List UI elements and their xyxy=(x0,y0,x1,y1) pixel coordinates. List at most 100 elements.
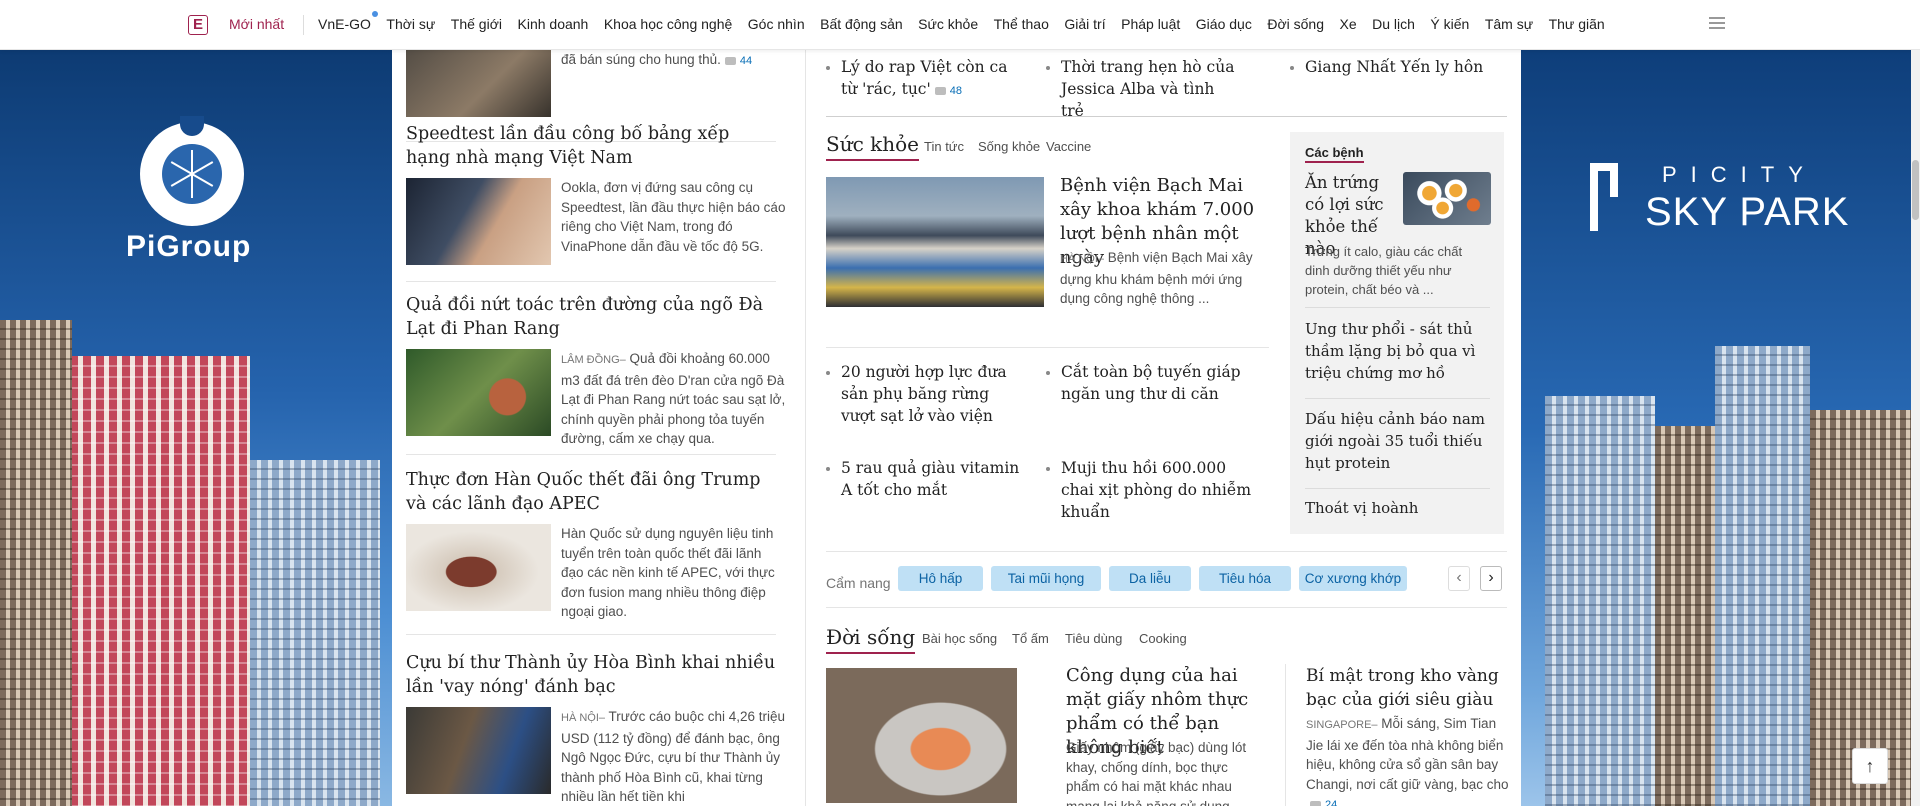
article-card[interactable]: Speedtest lần đầu công bố bảng xếp hạng … xyxy=(406,122,786,265)
subtab-song-khoe[interactable]: Sống khỏe xyxy=(978,139,1040,154)
life-side-title[interactable]: Bí mật trong kho vàng bạc của giới siêu … xyxy=(1306,664,1511,712)
sidebar-article[interactable]: Ung thư phổi - sát thủ thầm lặng bị bỏ q… xyxy=(1305,318,1490,384)
subtab-tin-tuc[interactable]: Tin tức xyxy=(924,139,964,154)
bullet-article[interactable]: Lý do rap Việt còn ca từ 'rác, tục' 48 xyxy=(826,56,1016,102)
health-bullet[interactable]: 20 người hợp lực đưa sản phụ băng rừng v… xyxy=(826,361,1026,427)
ad-building-image xyxy=(1715,346,1810,806)
article-thumbnail[interactable] xyxy=(406,349,551,436)
nav-item-goc-nhin[interactable]: Góc nhìn xyxy=(748,16,805,32)
ad-building-image xyxy=(1810,410,1920,806)
article-card[interactable]: sở thu mua nông sản, bắt thêm 3 kẻ đã bá… xyxy=(406,50,786,117)
article-title[interactable]: Cựu bí thư Thành ủy Hòa Bình khai nhiều … xyxy=(406,651,776,699)
vnexpress-logo-icon[interactable]: E xyxy=(188,15,208,35)
ad-building-image xyxy=(0,320,72,806)
nav-item-vnego[interactable]: VnE-GO xyxy=(318,11,378,32)
ad-building-image xyxy=(1545,396,1655,806)
article-location: HÀ NỘI– xyxy=(561,712,606,724)
subtab-to-am[interactable]: Tổ ấm xyxy=(1012,631,1049,646)
health-main-image[interactable] xyxy=(826,177,1044,307)
article-card[interactable]: Thực đơn Hàn Quốc thết đãi ông Trump và … xyxy=(406,468,786,622)
nav-item-thu-gian[interactable]: Thư giãn xyxy=(1549,16,1605,32)
bullet-title[interactable]: Thời trang hẹn hò của Jessica Alba và tì… xyxy=(1061,58,1234,120)
section-title-suc-khoe[interactable]: Sức khỏe xyxy=(826,132,920,161)
nav-item-kinh-doanh[interactable]: Kinh doanh xyxy=(518,16,589,32)
article-location: HÀ NỘI– xyxy=(1060,253,1105,265)
column-divider xyxy=(805,50,806,806)
ad-building-image xyxy=(250,460,380,806)
article-thumbnail[interactable] xyxy=(406,178,551,265)
nav-item-giao-duc[interactable]: Giáo dục xyxy=(1196,16,1252,32)
chip-tieu-hoa[interactable]: Tiêu hóa xyxy=(1199,566,1291,591)
article-card[interactable]: Quả đồi nứt toác trên đường của ngõ Đà L… xyxy=(406,293,786,449)
cam-nang-label: Cẩm nang xyxy=(826,575,891,591)
sidebar-image[interactable] xyxy=(1403,172,1491,225)
back-to-top-button[interactable]: ↑ xyxy=(1852,748,1888,784)
article-thumbnail[interactable] xyxy=(406,50,551,117)
left-banner-ad[interactable]: PiGroup xyxy=(0,50,392,806)
bullet-article[interactable]: Thời trang hẹn hò của Jessica Alba và tì… xyxy=(1046,56,1236,122)
health-bullet[interactable]: Cắt toàn bộ tuyến giáp ngăn ung thư di c… xyxy=(1046,361,1256,405)
chip-prev-arrow-icon[interactable]: ‹ xyxy=(1448,566,1470,591)
bullet-title[interactable]: Lý do rap Việt còn ca từ 'rác, tục' xyxy=(841,58,1007,98)
chip-co-xuong-khop[interactable]: Cơ xương khớp xyxy=(1299,566,1407,591)
section-title-doi-song[interactable]: Đời sống xyxy=(826,625,916,654)
chip-tai-mui-hong[interactable]: Tai mũi họng xyxy=(991,566,1101,591)
article-title[interactable]: Thực đơn Hàn Quốc thết đãi ông Trump và … xyxy=(406,468,776,516)
comment-count[interactable]: 24 xyxy=(1310,796,1337,806)
comment-count[interactable]: 48 xyxy=(935,80,962,102)
article-thumbnail[interactable] xyxy=(406,524,551,611)
nav-item-du-lich[interactable]: Du lịch xyxy=(1372,16,1415,32)
sidebar-category-link[interactable]: Các bệnh xyxy=(1305,145,1364,163)
sidebar-article[interactable]: Thoát vị hoành xyxy=(1305,497,1490,519)
article-desc: Ookla, đơn vị đứng sau công cụ Speedtest… xyxy=(561,180,786,254)
ad-brand-text: PiGroup xyxy=(126,230,252,263)
nav-item-the-thao[interactable]: Thể thao xyxy=(994,16,1049,32)
chip-next-arrow-icon[interactable]: › xyxy=(1480,566,1502,591)
life-main-image[interactable] xyxy=(826,668,1017,803)
article-title[interactable]: Quả đồi nứt toác trên đường của ngõ Đà L… xyxy=(406,293,776,341)
article-title[interactable]: Speedtest lần đầu công bố bảng xếp hạng … xyxy=(406,122,776,170)
skypark-logo-icon xyxy=(1590,163,1650,231)
subtab-bai-hoc-song[interactable]: Bài học sống xyxy=(922,631,997,646)
nav-item-tam-su[interactable]: Tâm sự xyxy=(1485,16,1533,32)
comment-count[interactable]: 44 xyxy=(725,52,752,72)
sidebar-article[interactable]: Dấu hiệu cảnh báo nam giới ngoài 35 tuổi… xyxy=(1305,408,1490,474)
subtab-tieu-dung[interactable]: Tiêu dùng xyxy=(1065,631,1122,646)
sidebar-desc: Trứng ít calo, giàu các chất dinh dưỡng … xyxy=(1305,244,1463,297)
subtab-vaccine[interactable]: Vaccine xyxy=(1046,139,1091,154)
ad-skypark-text: SKY PARK xyxy=(1645,190,1850,234)
ad-building-image xyxy=(1655,426,1715,806)
nav-item-doi-song[interactable]: Đời sống xyxy=(1267,16,1324,32)
nav-item-xe[interactable]: Xe xyxy=(1339,16,1356,32)
life-main-desc: Giấy nhôm (giấy bạc) dùng lót khay, chốn… xyxy=(1066,740,1247,806)
nav-item-bat-dong-san[interactable]: Bất động sản xyxy=(820,16,903,32)
article-thumbnail[interactable] xyxy=(406,707,551,794)
health-sidebar: Các bệnh Ăn trứng có lợi sức khỏe thế nà… xyxy=(1290,132,1504,534)
nav-item-phap-luat[interactable]: Pháp luật xyxy=(1121,16,1180,32)
subtab-cooking[interactable]: Cooking xyxy=(1139,631,1187,646)
bullet-title[interactable]: Giang Nhất Yến ly hôn xyxy=(1305,58,1483,76)
pigroup-logo-icon xyxy=(140,116,244,226)
bullet-article[interactable]: Giang Nhất Yến ly hôn xyxy=(1290,56,1490,78)
ad-picity-text: PICITY xyxy=(1662,162,1817,187)
nav-newest-link[interactable]: Mới nhất xyxy=(229,16,284,32)
new-dot-icon xyxy=(371,11,378,17)
chip-da-lieu[interactable]: Da liễu xyxy=(1109,566,1191,591)
nav-item-khoa-hoc-cong-nghe[interactable]: Khoa học công nghệ xyxy=(604,16,732,32)
hamburger-menu-icon[interactable] xyxy=(1709,17,1725,29)
health-bullet[interactable]: Muji thu hồi 600.000 chai xịt phòng do n… xyxy=(1046,457,1256,523)
chip-ho-hap[interactable]: Hô hấp xyxy=(898,566,983,591)
nav-item-suc-khoe[interactable]: Sức khỏe xyxy=(918,16,978,32)
nav-separator xyxy=(303,15,304,35)
nav-item-the-gioi[interactable]: Thế giới xyxy=(451,16,502,32)
scrollbar-thumb[interactable] xyxy=(1912,160,1919,220)
top-navigation: E Mới nhất VnE-GO Thời sự Thế giới Kinh … xyxy=(0,0,1920,50)
nav-item-y-kien[interactable]: Ý kiến xyxy=(1430,16,1469,32)
ad-building-image xyxy=(70,356,250,806)
nav-item-thoi-su[interactable]: Thời sự xyxy=(386,16,435,32)
nav-item-giai-tri[interactable]: Giải trí xyxy=(1064,16,1105,32)
health-bullet[interactable]: 5 rau quả giàu vitamin A tốt cho mắt xyxy=(826,457,1026,501)
page-scrollbar[interactable] xyxy=(1911,50,1920,806)
nav-category-list: VnE-GO Thời sự Thế giới Kinh doanh Khoa … xyxy=(318,11,1620,32)
article-card[interactable]: Cựu bí thư Thành ủy Hòa Bình khai nhiều … xyxy=(406,651,786,806)
